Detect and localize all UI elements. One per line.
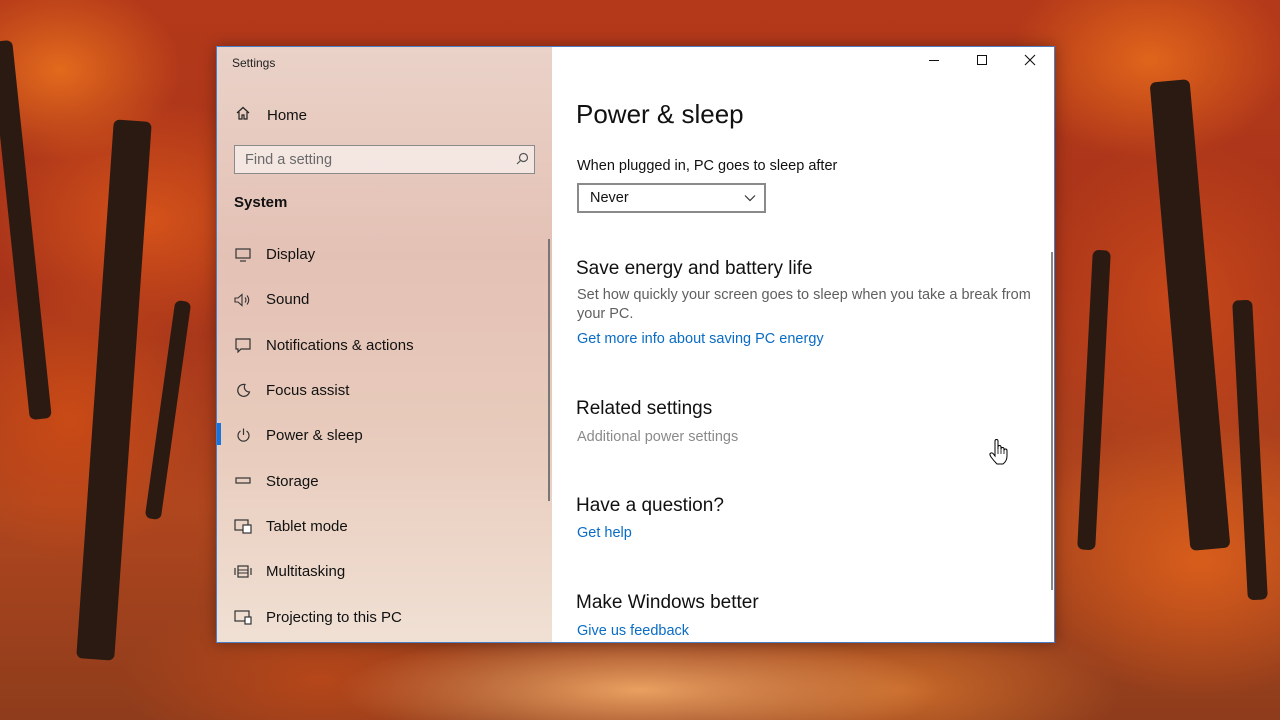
- sidebar-nav-list: Display Sound Notifications & actions Fo…: [217, 232, 552, 640]
- tree-trunk: [0, 39, 52, 421]
- sleep-after-dropdown[interactable]: Never: [577, 183, 766, 213]
- additional-power-settings-link[interactable]: Additional power settings: [577, 429, 738, 445]
- sidebar-item-label: Tablet mode: [266, 517, 348, 535]
- sidebar-item-label: Display: [266, 246, 316, 264]
- sidebar-item-sound[interactable]: Sound: [217, 277, 552, 322]
- tree-trunk: [1149, 79, 1231, 551]
- caption-buttons: [910, 47, 1054, 77]
- sidebar-item-focus-assist[interactable]: Focus assist: [217, 368, 552, 413]
- multitasking-icon: [233, 564, 253, 579]
- sidebar-item-multitasking[interactable]: Multitasking: [217, 549, 552, 594]
- content-pane: Power & sleep When plugged in, PC goes t…: [552, 47, 1054, 642]
- sidebar-item-label: Storage: [266, 472, 319, 490]
- maximize-icon: [976, 53, 988, 71]
- search-box[interactable]: [234, 145, 535, 174]
- content-scrollbar[interactable]: [1051, 252, 1053, 590]
- sidebar-item-label: Notifications & actions: [266, 336, 414, 354]
- make-windows-better-heading: Make Windows better: [576, 592, 759, 613]
- focus-assist-icon: [233, 383, 253, 398]
- close-icon: [1024, 53, 1036, 71]
- plugged-in-sleep-label: When plugged in, PC goes to sleep after: [577, 158, 838, 174]
- tablet-mode-icon: [233, 519, 253, 534]
- sidebar-item-notifications[interactable]: Notifications & actions: [217, 323, 552, 368]
- close-button[interactable]: [1006, 47, 1054, 77]
- search-input[interactable]: [235, 150, 510, 169]
- app-title: Settings: [232, 56, 276, 70]
- sidebar-item-projecting[interactable]: Projecting to this PC: [217, 594, 552, 639]
- sidebar-item-label: Power & sleep: [266, 427, 363, 445]
- get-help-link[interactable]: Get help: [577, 525, 632, 541]
- storage-icon: [233, 476, 253, 486]
- notifications-icon: [233, 338, 253, 353]
- sidebar-item-storage[interactable]: Storage: [217, 458, 552, 503]
- related-settings-heading: Related settings: [576, 398, 713, 419]
- minimize-button[interactable]: [910, 47, 958, 77]
- tree-trunk: [1232, 299, 1268, 601]
- display-icon: [233, 248, 253, 262]
- saving-energy-info-link[interactable]: Get more info about saving PC energy: [577, 331, 824, 347]
- maximize-button[interactable]: [958, 47, 1006, 77]
- section-heading-system: System: [234, 194, 288, 211]
- tree-trunk: [144, 299, 192, 521]
- dropdown-value: Never: [590, 190, 629, 206]
- sidebar-item-power-sleep[interactable]: Power & sleep: [217, 413, 552, 458]
- question-heading: Have a question?: [576, 495, 724, 516]
- sound-icon: [233, 293, 253, 307]
- sidebar-item-tablet-mode[interactable]: Tablet mode: [217, 504, 552, 549]
- sidebar-scrollbar[interactable]: [548, 239, 550, 501]
- home-icon: [233, 105, 253, 126]
- settings-window: Settings Home System Display: [216, 46, 1055, 643]
- sidebar-item-label: Multitasking: [266, 563, 346, 581]
- save-energy-description: Set how quickly your screen goes to slee…: [577, 287, 1031, 322]
- minimize-icon: [928, 53, 940, 71]
- home-label: Home: [267, 106, 308, 124]
- search-icon[interactable]: [510, 152, 534, 168]
- sidebar-item-display[interactable]: Display: [217, 232, 552, 277]
- give-feedback-link[interactable]: Give us feedback: [577, 623, 689, 639]
- tree-trunk: [1077, 249, 1111, 551]
- settings-sidebar: Settings Home System Display: [217, 47, 552, 642]
- sidebar-item-label: Focus assist: [266, 382, 350, 400]
- hand-cursor-icon: [989, 438, 1009, 465]
- tree-trunk: [76, 119, 152, 661]
- sidebar-item-label: Projecting to this PC: [266, 608, 402, 626]
- sidebar-item-label: Sound: [266, 291, 310, 309]
- power-icon: [233, 428, 253, 443]
- save-energy-heading: Save energy and battery life: [576, 258, 813, 279]
- page-title: Power & sleep: [576, 99, 744, 129]
- projecting-icon: [233, 609, 253, 625]
- home-nav-item[interactable]: Home: [217, 100, 552, 130]
- chevron-down-icon: [736, 194, 764, 202]
